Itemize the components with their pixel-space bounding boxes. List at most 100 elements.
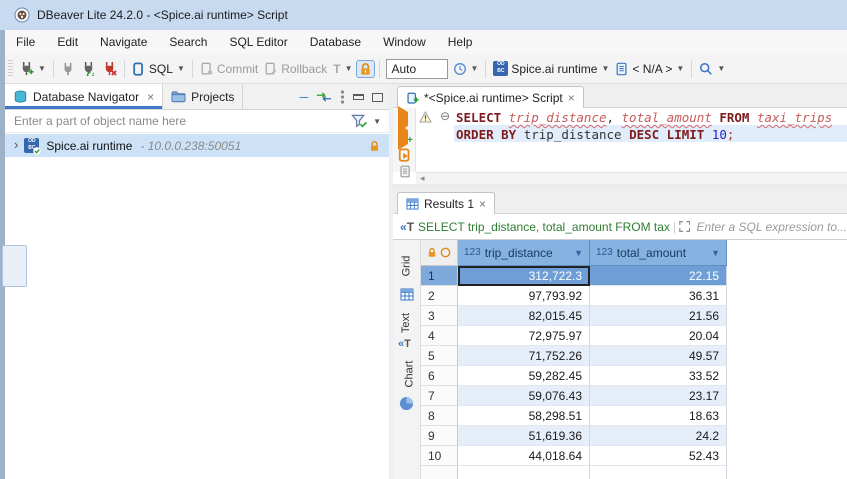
- rollback-button[interactable]: Rollback: [261, 60, 330, 78]
- column-header-trip-distance[interactable]: 123 trip_distance ▼: [458, 240, 590, 266]
- script-info-button[interactable]: [399, 165, 412, 181]
- cell-trip-distance[interactable]: 59,076.43: [458, 386, 590, 406]
- chart-view-icon[interactable]: [399, 396, 414, 411]
- menu-sql-editor[interactable]: SQL Editor: [218, 30, 298, 54]
- filter-dropdown-arrow[interactable]: ▼: [373, 117, 381, 126]
- cell-trip-distance[interactable]: 44,018.64: [458, 446, 590, 466]
- row-header[interactable]: 5: [421, 346, 458, 366]
- history-dropdown-arrow[interactable]: ▼: [471, 64, 479, 73]
- cell-trip-distance[interactable]: 71,752.26: [458, 346, 590, 366]
- expand-chevron-icon[interactable]: ›: [5, 137, 24, 154]
- menu-window[interactable]: Window: [372, 30, 437, 54]
- menu-file[interactable]: File: [5, 30, 46, 54]
- column-header-total-amount[interactable]: 123 total_amount ▼: [590, 240, 727, 266]
- sql-code-line-1[interactable]: SELECTtrip_distance,total_amountFROMtaxi…: [456, 109, 832, 126]
- sql-editor-button[interactable]: SQL ▼: [129, 60, 188, 78]
- tab-results-close-icon[interactable]: ×: [479, 197, 486, 211]
- menu-database[interactable]: Database: [299, 30, 372, 54]
- row-header[interactable]: 9: [421, 426, 458, 446]
- sort-dropdown-icon[interactable]: ▼: [711, 248, 720, 258]
- tab-projects[interactable]: Projects: [163, 84, 243, 109]
- cell-total-amount[interactable]: 21.56: [590, 306, 727, 326]
- search-dropdown-arrow[interactable]: ▼: [717, 64, 725, 73]
- link-editor-icon[interactable]: [316, 92, 332, 102]
- grid-view-icon[interactable]: [400, 288, 414, 301]
- cell-total-amount[interactable]: 20.04: [590, 326, 727, 346]
- tree-item-connection[interactable]: › ODBC Spice.ai runtime - 10.0.0.238:500…: [5, 134, 389, 157]
- execute-script-button[interactable]: [398, 148, 412, 166]
- title-bar[interactable]: DBeaver Lite 24.2.0 - <Spice.ai runtime>…: [0, 0, 847, 30]
- transaction-log-button[interactable]: ▼: [450, 60, 482, 78]
- tab-close-icon[interactable]: ×: [147, 90, 154, 104]
- tab-script-close-icon[interactable]: ×: [568, 91, 575, 105]
- auto-commit-select[interactable]: Auto: [386, 59, 448, 79]
- tab-database-navigator[interactable]: Database Navigator ×: [5, 84, 163, 109]
- tab-results-1[interactable]: Results 1 ×: [397, 192, 495, 215]
- row-header[interactable]: 10: [421, 446, 458, 466]
- cell-trip-distance[interactable]: 72,975.97: [458, 326, 590, 346]
- search-button[interactable]: ▼: [696, 60, 728, 78]
- row-header[interactable]: 7: [421, 386, 458, 406]
- row-header[interactable]: 1: [421, 266, 458, 286]
- cell-total-amount[interactable]: 33.52: [590, 366, 727, 386]
- row-header[interactable]: 6: [421, 366, 458, 386]
- view-tab-grid[interactable]: [2, 245, 27, 287]
- scroll-left-arrow-icon[interactable]: ◂: [420, 173, 425, 184]
- connection-lock-toggle[interactable]: [356, 60, 375, 78]
- transaction-mode-button[interactable]: T ▼: [330, 60, 355, 78]
- fold-collapse-icon[interactable]: ⊖: [440, 109, 450, 123]
- cell-trip-distance[interactable]: 59,282.45: [458, 366, 590, 386]
- cell-trip-distance[interactable]: 58,298.51: [458, 406, 590, 426]
- warning-marker[interactable]: [419, 111, 432, 126]
- cell-total-amount[interactable]: 18.63: [590, 406, 727, 426]
- expand-filter-icon[interactable]: [679, 220, 690, 233]
- view-tab-text-label[interactable]: Text: [400, 313, 412, 333]
- collapse-all-icon[interactable]: ─: [299, 90, 308, 104]
- filter-expression-input[interactable]: Enter a SQL expression to...: [696, 220, 847, 234]
- menu-search[interactable]: Search: [158, 30, 218, 54]
- execute-new-tab-button[interactable]: +: [398, 130, 408, 144]
- editor-horizontal-scrollbar[interactable]: ◂: [416, 172, 847, 184]
- cell-trip-distance[interactable]: 97,793.92: [458, 286, 590, 306]
- maximize-panel-icon[interactable]: [372, 93, 383, 102]
- row-header[interactable]: 2: [421, 286, 458, 306]
- view-tab-grid-label[interactable]: Grid: [400, 256, 412, 277]
- row-header[interactable]: 4: [421, 326, 458, 346]
- transaction-dropdown-arrow[interactable]: ▼: [345, 64, 353, 73]
- connect-button[interactable]: ▼: [16, 59, 49, 78]
- sql-dropdown-arrow[interactable]: ▼: [177, 64, 185, 73]
- minimize-panel-icon[interactable]: [353, 94, 364, 100]
- grid-corner-cell[interactable]: [421, 240, 458, 266]
- plug-button[interactable]: [58, 60, 78, 78]
- disconnect-button[interactable]: [99, 59, 120, 78]
- row-header[interactable]: 3: [421, 306, 458, 326]
- sql-code-line-2[interactable]: ORDER BYtrip_distanceDESCLIMIT10;: [456, 126, 734, 143]
- cell-trip-distance[interactable]: 82,015.45: [458, 306, 590, 326]
- menu-help[interactable]: Help: [437, 30, 484, 54]
- object-filter-input[interactable]: Enter a part of object name here: [5, 114, 351, 128]
- cell-trip-distance[interactable]: 51,619.36: [458, 426, 590, 446]
- menu-navigate[interactable]: Navigate: [89, 30, 158, 54]
- connect-dropdown-arrow[interactable]: ▼: [38, 64, 46, 73]
- tab-script-editor[interactable]: *<Spice.ai runtime> Script ×: [397, 86, 584, 109]
- connection-dropdown-arrow[interactable]: ▼: [601, 64, 609, 73]
- cell-total-amount[interactable]: 52.43: [590, 446, 727, 466]
- menu-edit[interactable]: Edit: [46, 30, 89, 54]
- view-tab-chart-label[interactable]: Chart: [403, 361, 415, 388]
- connection-selector[interactable]: ODBC Spice.ai runtime ▼: [490, 59, 612, 78]
- cell-total-amount[interactable]: 23.17: [590, 386, 727, 406]
- schema-dropdown-arrow[interactable]: ▼: [676, 64, 684, 73]
- reconnect-button[interactable]: [78, 59, 99, 78]
- text-view-icon[interactable]: «T: [398, 338, 411, 350]
- row-header[interactable]: 8: [421, 406, 458, 426]
- commit-button[interactable]: Commit: [197, 60, 261, 78]
- cell-trip-distance[interactable]: 312,722.3: [458, 266, 590, 286]
- filter-funnel-icon[interactable]: [351, 114, 368, 129]
- view-menu-icon[interactable]: [340, 90, 345, 104]
- cell-total-amount[interactable]: 49.57: [590, 346, 727, 366]
- cell-total-amount[interactable]: 22.15: [590, 266, 727, 286]
- sort-dropdown-icon[interactable]: ▼: [574, 248, 583, 258]
- cell-total-amount[interactable]: 24.2: [590, 426, 727, 446]
- schema-selector[interactable]: < N/A > ▼: [612, 60, 687, 78]
- cell-total-amount[interactable]: 36.31: [590, 286, 727, 306]
